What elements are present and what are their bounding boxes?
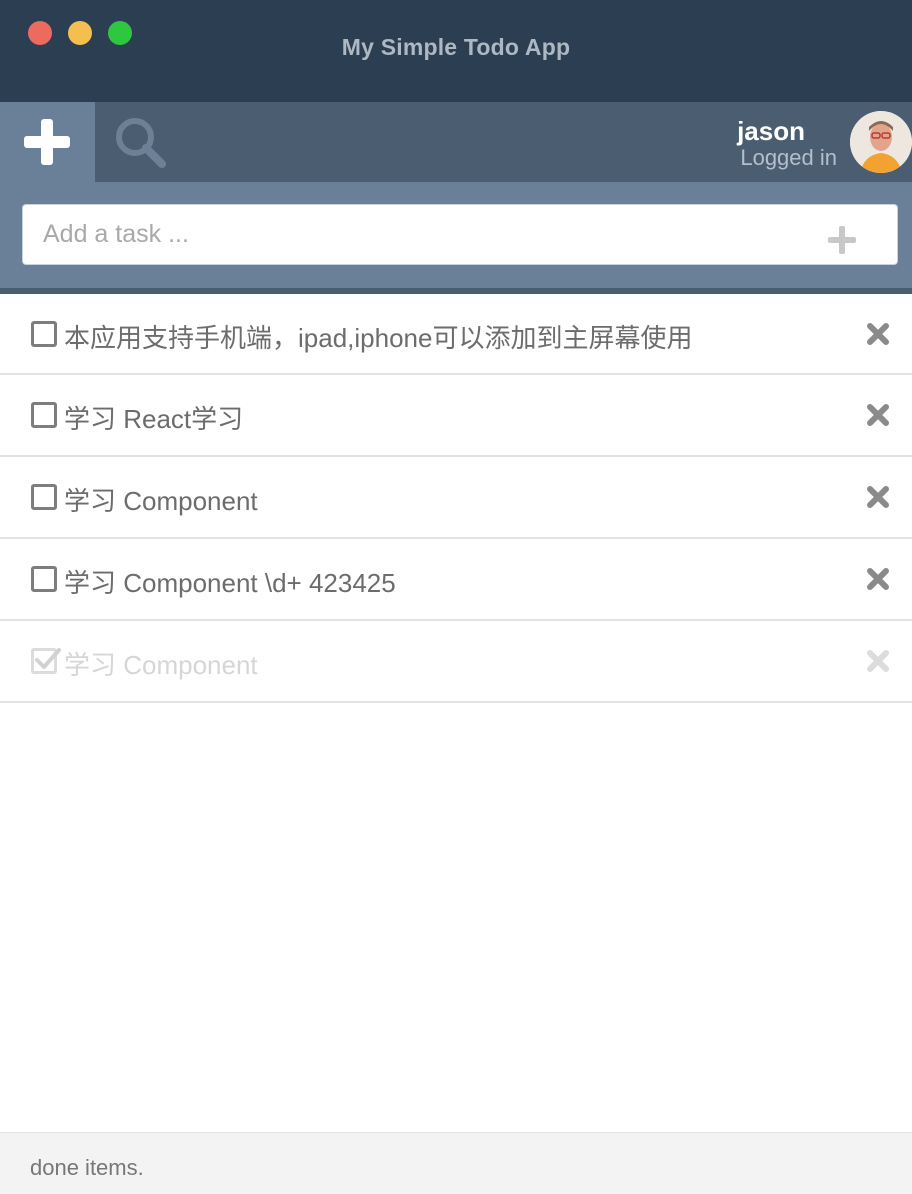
- task-checkbox[interactable]: [31, 402, 57, 428]
- task-row: 学习 Component: [0, 457, 912, 539]
- checkmark-icon: [35, 648, 61, 669]
- task-text: 学习 Component \d+ 423425: [64, 568, 396, 598]
- task-text: 学习 React学习: [64, 404, 244, 434]
- task-checkbox[interactable]: [31, 484, 57, 510]
- user-status: Logged in: [740, 145, 837, 170]
- task-text: 学习 Component: [64, 650, 258, 680]
- delete-icon[interactable]: [866, 403, 890, 427]
- task-row: 学习 React学习: [0, 375, 912, 457]
- task-row: 本应用支持手机端，ipad,iphone可以添加到主屏幕使用: [0, 294, 912, 375]
- delete-icon[interactable]: [866, 485, 890, 509]
- done-items-link[interactable]: done items.: [30, 1155, 144, 1181]
- search-icon: [116, 118, 166, 168]
- user-name[interactable]: jason: [737, 116, 805, 147]
- add-task-panel: [0, 182, 912, 294]
- task-text: 学习 Component: [64, 486, 258, 516]
- app-window: My Simple Todo App jason Logged in Add a…: [0, 0, 912, 1194]
- window-title: My Simple Todo App: [341, 34, 571, 60]
- avatar-image: [850, 111, 912, 173]
- footer: done items.: [0, 1132, 912, 1194]
- task-checkbox-checked[interactable]: [31, 648, 61, 674]
- delete-icon[interactable]: [866, 567, 890, 591]
- delete-icon[interactable]: [866, 322, 890, 346]
- task-list: 本应用支持手机端，ipad,iphone可以添加到主屏幕使用 学习 React学…: [0, 294, 912, 703]
- title-bar: My Simple Todo App: [0, 0, 912, 102]
- toolbar: jason Logged in: [0, 102, 912, 182]
- task-checkbox[interactable]: [31, 321, 57, 347]
- task-row-done: 学习 Component: [0, 621, 912, 703]
- avatar[interactable]: [850, 111, 912, 173]
- task-row: 学习 Component \d+ 423425: [0, 539, 912, 621]
- task-checkbox[interactable]: [31, 566, 57, 592]
- plus-icon: [24, 119, 70, 165]
- task-text: 本应用支持手机端，ipad,iphone可以添加到主屏幕使用: [64, 323, 693, 353]
- tab-add-task[interactable]: [0, 102, 95, 182]
- add-task-box: [22, 204, 898, 265]
- delete-icon[interactable]: [866, 649, 890, 673]
- add-task-button[interactable]: [828, 226, 856, 254]
- add-task-input[interactable]: [23, 205, 803, 264]
- tab-search[interactable]: [95, 102, 185, 182]
